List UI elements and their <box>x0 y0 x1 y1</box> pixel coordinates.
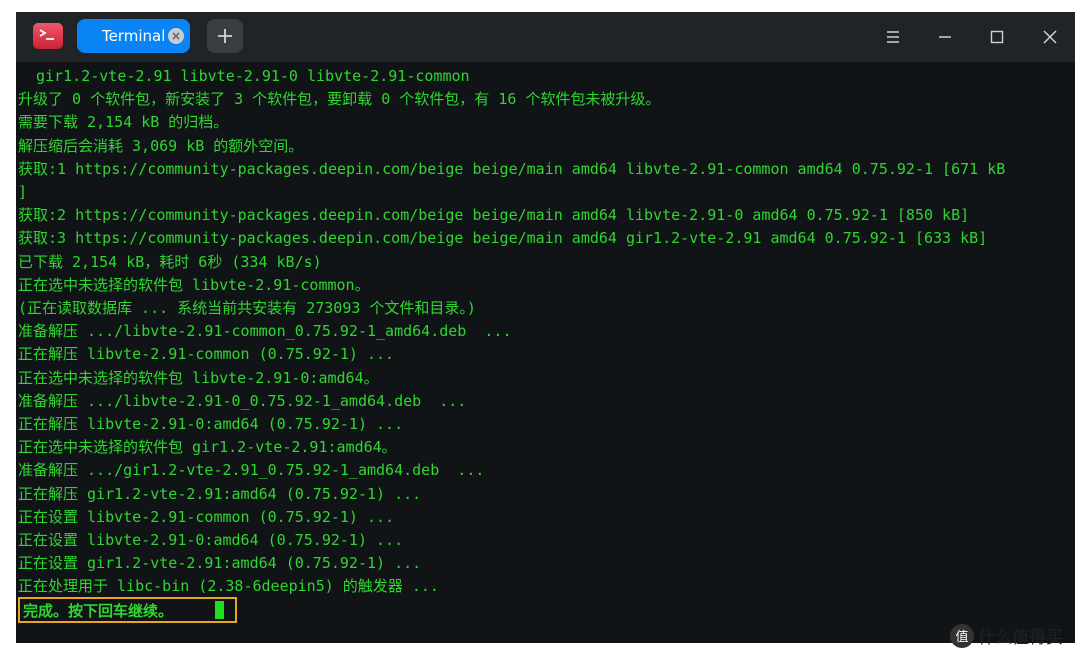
terminal-line: 正在解压 libvte-2.91-common (0.75.92-1) ... <box>18 345 395 364</box>
hamburger-menu-icon <box>887 31 899 43</box>
plus-icon <box>218 29 232 43</box>
minimize-button[interactable] <box>930 22 960 52</box>
terminal-window: Terminal gir1.2-vte-2.91 libvte-2.91-0 l… <box>16 12 1075 643</box>
terminal-line: 正在解压 gir1.2-vte-2.91:amd64 (0.75.92-1) .… <box>18 484 422 503</box>
terminal-line: 正在选中未选择的软件包 libvte-2.91-common。 <box>18 275 370 294</box>
terminal-line: 升级了 0 个软件包，新安装了 3 个软件包，要卸载 0 个软件包，有 16 个… <box>18 90 661 109</box>
close-circle-icon[interactable] <box>168 28 184 44</box>
titlebar: Terminal <box>16 12 1075 62</box>
menu-button[interactable] <box>878 22 908 52</box>
maximize-icon <box>990 30 1004 44</box>
terminal-app-icon[interactable] <box>33 23 63 49</box>
terminal-line: 正在设置 libvte-2.91-common (0.75.92-1) ... <box>18 507 395 526</box>
terminal-line: 准备解压 .../gir1.2-vte-2.91_0.75.92-1_amd64… <box>18 461 485 480</box>
minimize-icon <box>939 36 951 38</box>
prompt-text: 完成。按下回车继续。 <box>23 602 174 620</box>
add-tab-button[interactable] <box>207 19 243 53</box>
prompt-highlight: 完成。按下回车继续。 <box>18 597 237 623</box>
terminal-line: 解压缩后会消耗 3,069 kB 的额外空间。 <box>18 136 304 155</box>
terminal-line: 获取:1 https://community-packages.deepin.c… <box>18 159 1006 178</box>
terminal-line: gir1.2-vte-2.91 libvte-2.91-0 libvte-2.9… <box>18 67 470 85</box>
terminal-line: 正在设置 gir1.2-vte-2.91:amd64 (0.75.92-1) .… <box>18 554 422 573</box>
zhi-logo-icon: 值 <box>950 624 974 648</box>
terminal-line: ] <box>18 183 28 201</box>
terminal-line: 获取:2 https://community-packages.deepin.c… <box>18 206 970 225</box>
terminal-line: 获取:3 https://community-packages.deepin.c… <box>18 229 988 248</box>
terminal-line: 准备解压 .../libvte-2.91-0_0.75.92-1_amd64.d… <box>18 391 467 410</box>
tab-terminal[interactable]: Terminal <box>77 19 190 53</box>
text-cursor <box>215 601 224 619</box>
watermark: 值 什么值得买 <box>950 624 1063 651</box>
terminal-line: 已下载 2,154 kB，耗时 6秒 (334 kB/s) <box>18 252 322 271</box>
terminal-line: 准备解压 .../libvte-2.91-common_0.75.92-1_am… <box>18 322 512 341</box>
terminal-line: (正在读取数据库 ... 系统当前共安装有 273093 个文件和目录。) <box>18 299 476 317</box>
close-button[interactable] <box>1035 22 1065 52</box>
close-icon <box>1043 30 1057 44</box>
tab-label: Terminal <box>102 27 166 45</box>
terminal-output[interactable]: gir1.2-vte-2.91 libvte-2.91-0 libvte-2.9… <box>16 64 1075 643</box>
terminal-line: 正在选中未选择的软件包 libvte-2.91-0:amd64。 <box>18 368 379 387</box>
terminal-line: 正在解压 libvte-2.91-0:amd64 (0.75.92-1) ... <box>18 415 404 433</box>
terminal-line: 正在选中未选择的软件包 gir1.2-vte-2.91:amd64。 <box>18 438 397 457</box>
svg-text:值: 值 <box>955 629 968 645</box>
watermark-text: 什么值得买 <box>978 628 1063 648</box>
terminal-line: 正在设置 libvte-2.91-0:amd64 (0.75.92-1) ... <box>18 531 404 549</box>
terminal-line: 需要下载 2,154 kB 的归档。 <box>18 113 229 132</box>
terminal-line: 正在处理用于 libc-bin (2.38-6deepin5) 的触发器 ... <box>18 577 439 596</box>
maximize-button[interactable] <box>982 22 1012 52</box>
